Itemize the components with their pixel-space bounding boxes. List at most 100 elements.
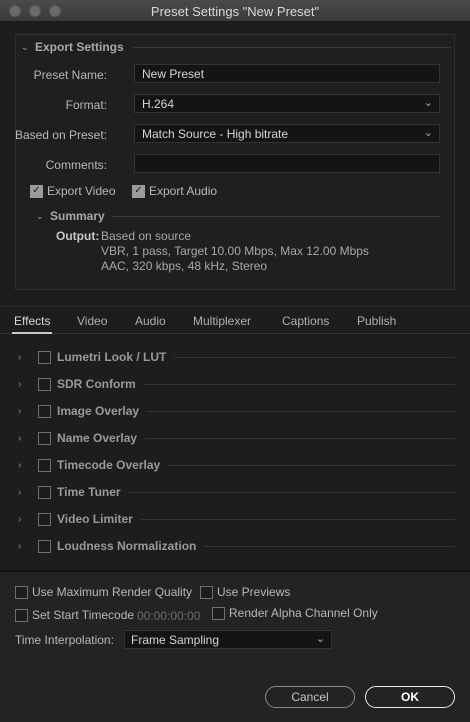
max-render-quality-checkbox[interactable]: Use Maximum Render Quality bbox=[15, 585, 192, 599]
chevron-right-icon[interactable]: › bbox=[18, 541, 38, 552]
render-alpha-label: Render Alpha Channel Only bbox=[229, 606, 378, 620]
chevron-down-icon: ⌄ bbox=[21, 41, 29, 52]
effect-label: Video Limiter bbox=[57, 512, 133, 526]
chevron-right-icon[interactable]: › bbox=[18, 514, 38, 525]
comments-label: Comments: bbox=[45, 158, 107, 172]
window-title: Preset Settings "New Preset" bbox=[150, 4, 320, 19]
effect-divider bbox=[147, 410, 455, 412]
chevron-right-icon[interactable]: › bbox=[18, 460, 38, 471]
effect-divider bbox=[174, 356, 455, 358]
effect-label: Image Overlay bbox=[57, 404, 140, 418]
effect-divider bbox=[140, 518, 455, 520]
preset-name-value: New Preset bbox=[142, 67, 205, 81]
chevron-down-icon: ⌄ bbox=[423, 127, 433, 139]
chevron-right-icon[interactable]: › bbox=[18, 406, 38, 417]
effect-checkbox[interactable] bbox=[38, 350, 51, 364]
effect-row-name-overlay[interactable]: › Name Overlay bbox=[18, 428, 455, 448]
chevron-right-icon[interactable]: › bbox=[18, 352, 38, 363]
effect-checkbox[interactable] bbox=[38, 485, 51, 499]
export-audio-label: Export Audio bbox=[149, 184, 218, 198]
effect-divider bbox=[145, 437, 455, 439]
effect-label: Timecode Overlay bbox=[57, 458, 161, 472]
set-start-timecode-checkbox[interactable]: Set Start Timecode bbox=[15, 608, 134, 622]
export-settings-toggle[interactable]: ⌄ Export Settings bbox=[21, 40, 124, 54]
output-line: VBR, 1 pass, Target 10.00 Mbps, Max 12.0… bbox=[101, 244, 369, 258]
tab-captions[interactable]: Captions bbox=[282, 314, 329, 328]
effect-checkbox[interactable] bbox=[38, 404, 51, 418]
effect-checkbox[interactable] bbox=[38, 539, 51, 553]
start-timecode-field[interactable]: 00:00:00:00 bbox=[137, 609, 200, 623]
time-interpolation-label: Time Interpolation: bbox=[15, 633, 114, 647]
export-audio-checkbox[interactable]: ✓ Export Audio bbox=[132, 184, 217, 198]
effect-row-time-tuner[interactable]: › Time Tuner bbox=[18, 482, 455, 502]
effect-divider bbox=[128, 491, 455, 493]
chevron-down-icon: ⌄ bbox=[423, 97, 433, 109]
export-settings-panel: ⌄ Export Settings Preset Name: New Prese… bbox=[15, 34, 455, 290]
effect-label: Lumetri Look / LUT bbox=[57, 350, 167, 364]
based-on-preset-label: Based on Preset: bbox=[14, 128, 107, 142]
checkbox-box bbox=[200, 585, 213, 599]
effect-checkbox[interactable] bbox=[38, 458, 51, 472]
checkmark-icon: ✓ bbox=[132, 184, 145, 198]
export-video-checkbox[interactable]: ✓ Export Video bbox=[30, 184, 116, 198]
chevron-right-icon[interactable]: › bbox=[18, 487, 38, 498]
format-value: H.264 bbox=[142, 97, 175, 111]
effect-divider bbox=[143, 383, 455, 385]
effect-divider bbox=[204, 545, 455, 547]
preset-name-input[interactable]: New Preset bbox=[134, 64, 440, 83]
effect-row-timecode-overlay[interactable]: › Timecode Overlay bbox=[18, 455, 455, 475]
checkmark-icon: ✓ bbox=[30, 184, 43, 198]
settings-tab-bar: Effects Video Audio Multiplexer Captions… bbox=[0, 306, 470, 334]
based-on-preset-select[interactable]: Match Source - High bitrate ⌄ bbox=[134, 124, 440, 143]
checkbox-box bbox=[15, 608, 28, 622]
tab-multiplexer[interactable]: Multiplexer bbox=[193, 314, 251, 328]
effect-label: SDR Conform bbox=[57, 377, 136, 391]
effect-row-sdr-conform[interactable]: › SDR Conform bbox=[18, 374, 455, 394]
format-label: Format: bbox=[65, 98, 107, 112]
checkbox-box bbox=[15, 585, 28, 599]
summary-divider bbox=[112, 216, 440, 217]
tab-video[interactable]: Video bbox=[77, 314, 107, 328]
time-interpolation-select[interactable]: Frame Sampling ⌄ bbox=[124, 630, 332, 649]
tab-audio[interactable]: Audio bbox=[135, 314, 166, 328]
chevron-right-icon[interactable]: › bbox=[18, 379, 38, 390]
use-previews-label: Use Previews bbox=[217, 585, 291, 599]
set-start-timecode-label: Set Start Timecode bbox=[32, 608, 135, 622]
render-options-panel: Use Maximum Render Quality Use Previews … bbox=[0, 570, 470, 722]
effect-checkbox[interactable] bbox=[38, 431, 51, 445]
chevron-right-icon[interactable]: › bbox=[18, 433, 38, 444]
export-video-label: Export Video bbox=[47, 184, 116, 198]
checkbox-box bbox=[212, 606, 225, 620]
export-settings-title: Export Settings bbox=[35, 40, 124, 54]
chevron-down-icon: ⌄ bbox=[36, 210, 44, 221]
effect-row-lumetri[interactable]: › Lumetri Look / LUT bbox=[18, 347, 455, 367]
ok-button[interactable]: OK bbox=[365, 686, 455, 708]
cancel-button[interactable]: Cancel bbox=[265, 686, 355, 708]
comments-input[interactable] bbox=[134, 154, 440, 173]
max-render-quality-label: Use Maximum Render Quality bbox=[32, 585, 193, 599]
output-line: Based on source bbox=[101, 229, 192, 243]
effect-label: Loudness Normalization bbox=[57, 539, 197, 553]
tab-effects[interactable]: Effects bbox=[14, 314, 50, 328]
effect-checkbox[interactable] bbox=[38, 377, 51, 391]
effect-row-video-limiter[interactable]: › Video Limiter bbox=[18, 509, 455, 529]
chevron-down-icon: ⌄ bbox=[315, 633, 325, 645]
summary-title: Summary bbox=[50, 209, 105, 223]
effect-row-image-overlay[interactable]: › Image Overlay bbox=[18, 401, 455, 421]
preset-name-label: Preset Name: bbox=[33, 68, 107, 82]
effect-row-loudness-normalization[interactable]: › Loudness Normalization bbox=[18, 536, 455, 556]
output-label: Output: bbox=[56, 229, 100, 243]
summary-toggle[interactable]: ⌄ Summary bbox=[36, 209, 105, 223]
title-bar: Preset Settings "New Preset" bbox=[0, 0, 470, 22]
active-tab-indicator bbox=[12, 332, 52, 334]
time-interpolation-value: Frame Sampling bbox=[131, 633, 220, 647]
format-select[interactable]: H.264 ⌄ bbox=[134, 94, 440, 113]
effect-checkbox[interactable] bbox=[38, 512, 51, 526]
render-alpha-checkbox[interactable]: Render Alpha Channel Only bbox=[212, 606, 378, 620]
effect-label: Time Tuner bbox=[57, 485, 121, 499]
output-line: AAC, 320 kbps, 48 kHz, Stereo bbox=[101, 259, 268, 273]
tab-publish[interactable]: Publish bbox=[357, 314, 396, 328]
effect-label: Name Overlay bbox=[57, 431, 138, 445]
use-previews-checkbox[interactable]: Use Previews bbox=[200, 585, 290, 599]
effect-divider bbox=[168, 464, 455, 466]
